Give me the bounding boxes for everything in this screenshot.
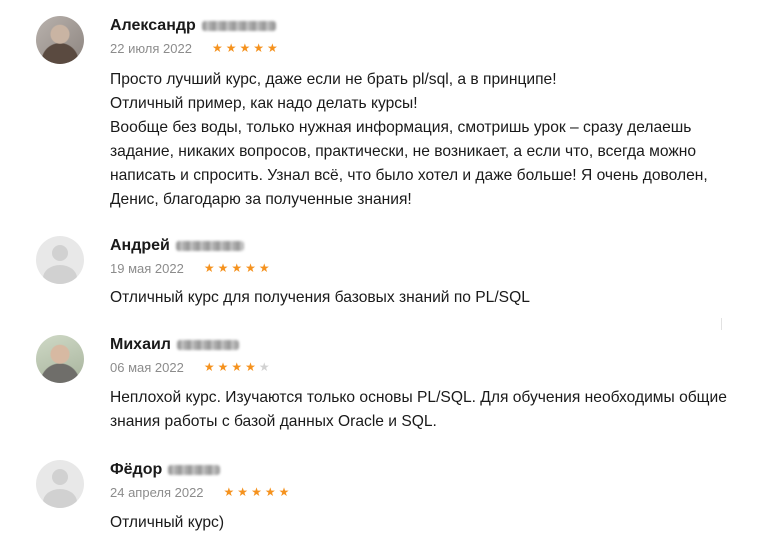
star-icon: ★ [251, 485, 262, 499]
star-icon: ★ [217, 261, 229, 275]
reviewer-name[interactable]: Михаил [110, 336, 171, 354]
avatar-placeholder[interactable] [36, 236, 84, 284]
reviewer-name[interactable]: Андрей [110, 237, 170, 255]
star-icon: ★ [231, 261, 243, 275]
review-paragraph: Отличный курс) [110, 514, 225, 531]
review-header: Александр 22 июля 2022 ★ ★ ★ ★ ★ [110, 16, 278, 56]
star-icon: ★ [253, 41, 265, 55]
rating-stars: ★ ★ ★ ★ ★ [204, 262, 270, 274]
review-text: Отличный курс) [110, 511, 766, 535]
star-icon: ★ [245, 261, 256, 275]
star-icon: ★ [225, 41, 237, 55]
star-icon: ★ [231, 360, 243, 374]
reviewer-surname-blurred [175, 241, 244, 251]
reviewer-name[interactable]: Фёдор [110, 461, 162, 479]
review-date: 24 апреля 2022 [110, 484, 204, 500]
star-icon: ★ [217, 360, 229, 374]
review-date: 06 мая 2022 [110, 359, 184, 375]
star-icon: ★ [264, 485, 276, 499]
star-icon: ★ [278, 485, 290, 499]
star-icon: ★ [203, 360, 215, 374]
reviewer-surname-blurred [176, 340, 239, 350]
reviewer-surname-blurred [201, 21, 276, 31]
rating-stars: ★ ★ ★ ★ ★ [204, 361, 270, 373]
star-icon: ★ [267, 41, 278, 55]
star-icon: ★ [211, 41, 223, 55]
star-empty-icon: ★ [258, 360, 270, 374]
review-header: Андрей 19 мая 2022 ★ ★ ★ ★ ★ [110, 236, 270, 276]
review-text: Неплохой курс. Изучаются только основы P… [110, 386, 766, 434]
star-icon: ★ [239, 41, 251, 55]
review-header: Михаил 06 мая 2022 ★ ★ ★ ★ ★ [110, 335, 270, 375]
review-paragraph: Просто лучший курс, даже если не брать p… [110, 71, 557, 88]
review-paragraph: Отличный курс для получения базовых знан… [110, 289, 530, 306]
star-icon: ★ [203, 261, 215, 275]
review-paragraph: Отличный пример, как надо делать курсы! [110, 95, 418, 112]
divider-mark [721, 318, 722, 330]
star-icon: ★ [237, 485, 249, 499]
reviewer-name[interactable]: Александр [110, 17, 196, 35]
review-text: Отличный курс для получения базовых знан… [110, 286, 766, 310]
review-paragraph: Неплохой курс. Изучаются только основы P… [110, 389, 727, 406]
review-paragraph: знания работы с базой данных Oracle и SQ… [110, 413, 437, 430]
review-paragraph: Вообще без воды, только нужная информаци… [110, 119, 692, 136]
review-text: Просто лучший курс, даже если не брать p… [110, 68, 766, 212]
review-paragraph: задание, никаких вопросов, практически, … [110, 143, 697, 160]
review-paragraph: Денис, благодарю за полученные знания! [110, 191, 412, 208]
star-icon: ★ [245, 360, 256, 374]
star-icon: ★ [223, 485, 235, 499]
review-date: 19 мая 2022 [110, 260, 184, 276]
review-header: Фёдор 24 апреля 2022 ★ ★ ★ ★ ★ [110, 460, 289, 500]
reviewer-surname-blurred [168, 465, 221, 475]
rating-stars: ★ ★ ★ ★ ★ [212, 42, 278, 54]
review-date: 22 июля 2022 [110, 40, 192, 56]
rating-stars: ★ ★ ★ ★ ★ [224, 486, 290, 498]
star-icon: ★ [258, 261, 270, 275]
avatar[interactable] [36, 16, 84, 64]
avatar-placeholder[interactable] [36, 460, 84, 508]
review-paragraph: написать и спросить. Узнал всё, что было… [110, 167, 708, 184]
avatar[interactable] [36, 335, 84, 383]
